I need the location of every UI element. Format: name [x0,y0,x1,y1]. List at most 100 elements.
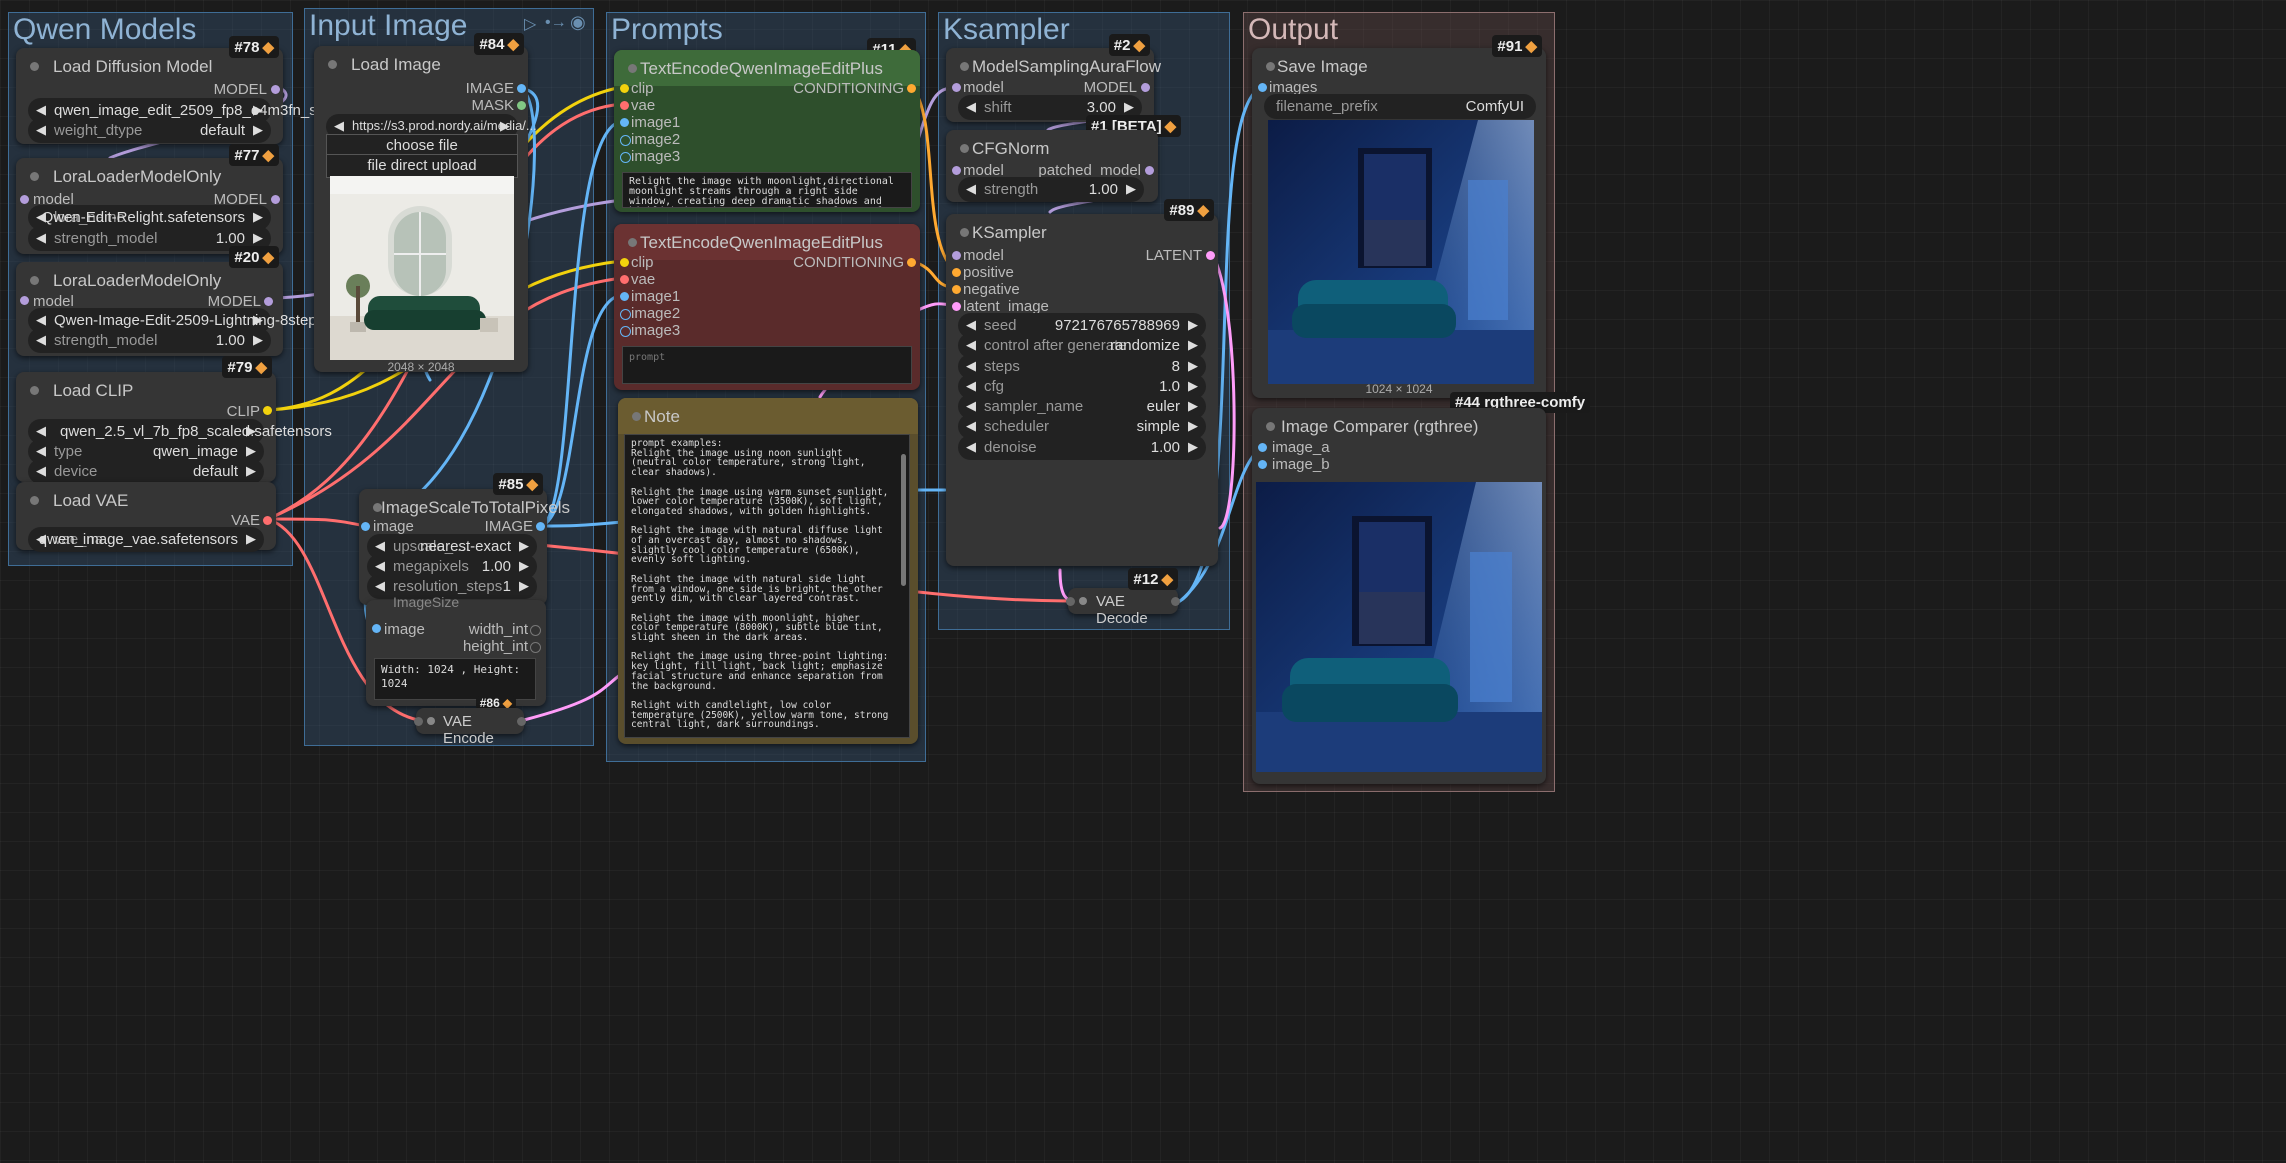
clip-output-pin[interactable] [263,406,272,415]
model-input-pin[interactable] [20,195,29,204]
image-input-pin[interactable] [372,624,381,633]
note-textarea[interactable]: prompt examples: Relight the image using… [624,434,910,738]
comparison-image-preview[interactable] [1256,482,1542,772]
node-title: KSampler [972,223,1047,242]
load-clip-node[interactable]: #79 ◆ Load CLIP CLIP ◀ qwen_2.5_vl_7b_fp8_… [16,356,332,484]
denoise-slider[interactable]: ◀ denoise 1.00 ▶ [958,435,1206,460]
strength-model-slider[interactable]: ◀ strength_model 1.00 ▶ [28,328,271,353]
collapse-dot[interactable] [1079,597,1087,605]
output-label: CONDITIONING [793,80,904,97]
model-output-pin[interactable] [271,85,280,94]
model-input-pin[interactable] [952,83,961,92]
images-input-pin[interactable] [1258,83,1267,92]
cfgnorm-node[interactable]: CFGNorm model patched_model ◀ strength 1.0… [946,130,1158,202]
collapse-dot[interactable] [1266,62,1275,71]
image-a-input-pin[interactable] [1258,443,1267,452]
file-upload-button[interactable]: file direct upload [326,154,518,178]
note-scrollbar[interactable] [901,454,906,586]
output-label: MODEL [1083,79,1137,96]
latent-output-pin[interactable] [517,717,526,726]
model-output-pin[interactable] [1141,83,1150,92]
height-output-pin[interactable] [530,642,541,653]
model-output-pin[interactable] [264,297,273,306]
load-vae-node[interactable]: Load VAE VAE ◀ vae_na ... qwen_image_vae.s… [16,482,276,552]
vae-encode-node[interactable]: VAE Encode [414,708,526,747]
load-image-node[interactable]: #84 ◆ Load Image IMAGE MASK ◀ https://s3.p… [314,33,537,374]
image-comparer-node[interactable]: Image Comparer (rgthree) image_a image_b [1252,408,1546,784]
positive-input-pin[interactable] [952,268,961,277]
image2-input-pin[interactable] [620,309,631,320]
conditioning-output-pin[interactable] [907,84,916,93]
clip-input-pin[interactable] [620,258,629,267]
image-output-pin[interactable] [1171,597,1180,606]
model-output-pin[interactable] [1145,166,1154,175]
ksampler-node[interactable]: #89 ◆ KSampler model positive negative la… [946,199,1218,566]
text-encode-negative-node[interactable]: TextEncodeQwenImageEditPlus clip vae ima… [614,224,920,390]
vae-name-combo[interactable]: ◀ vae_na ... qwen_image_vae.safetensors ▶ [28,527,264,552]
collapse-dot[interactable] [1266,422,1275,431]
model-sampling-auraflow-node[interactable]: #2 ◆ ModelSamplingAuraFlow model MODEL ◀ s… [946,34,1161,122]
node-id-badge: #78 ◆ [229,36,279,58]
samples-input-pin[interactable] [1066,597,1075,606]
image1-input-pin[interactable] [620,118,629,127]
vae-input-pin[interactable] [414,717,423,726]
input-label: positive [963,264,1014,281]
collapse-dot[interactable] [30,276,39,285]
collapse-dot[interactable] [628,64,637,73]
image-scale-node[interactable]: #85 ◆ ImageScaleToTotalPixels image IMAGE… [359,473,570,605]
collapse-dot[interactable] [30,496,39,505]
collapse-dot[interactable] [628,238,637,247]
node-title: VAE Decode [1096,593,1148,627]
strength-slider[interactable]: ◀ strength 1.00 ▶ [958,177,1144,202]
image3-input-pin[interactable] [620,326,631,337]
collapse-dot[interactable] [30,62,39,71]
collapse-dot[interactable] [960,144,969,153]
image-output-pin[interactable] [517,84,526,93]
clip-input-pin[interactable] [620,84,629,93]
model-input-pin[interactable] [952,166,961,175]
weight-dtype-combo[interactable]: ◀ weight_dtype default ▶ [28,118,271,143]
output-label: IMAGE [484,518,533,535]
conditioning-output-pin[interactable] [907,258,916,267]
vae-input-pin[interactable] [620,101,629,110]
positive-prompt-textarea[interactable]: Relight the image with moonlight,directi… [622,172,912,208]
collapse-dot[interactable] [328,60,337,69]
collapse-dot[interactable] [30,172,39,181]
vae-output-pin[interactable] [263,516,272,525]
save-image-node[interactable]: #91 ◆ Save Image images filename_prefix Co… [1252,35,1546,398]
image1-input-pin[interactable] [620,292,629,301]
clip-device-combo[interactable]: ◀ device default ▶ [28,459,264,484]
input-label: vae [631,97,656,114]
image-b-input-pin[interactable] [1258,460,1267,469]
collapse-dot[interactable] [632,412,641,421]
collapse-dot[interactable] [427,717,435,725]
text-encode-positive-node[interactable]: #11◆ TextEncodeQwenImageEditPlus clip va… [614,38,920,212]
load-diffusion-model-node[interactable]: Load Diffusion Model MODEL ◀ qwen_image_e… [16,36,341,144]
width-output-pin[interactable] [530,625,541,636]
negative-input-pin[interactable] [952,285,961,294]
image-size-node[interactable]: ImageSize image width_int height_int Wid… [366,594,546,710]
mask-output-pin[interactable] [517,101,526,110]
image2-input-pin[interactable] [620,135,631,146]
lora-loader-node[interactable]: #77 ◆ LoraLoaderModelOnly model MODEL ◀ lo… [16,144,283,254]
model-output-pin[interactable] [271,195,280,204]
collapse-dot[interactable] [30,386,39,395]
vae-input-pin[interactable] [620,275,629,284]
image3-input-pin[interactable] [620,152,631,163]
vae-decode-node[interactable]: #12 ◆ VAE Decode [1066,568,1180,627]
image-output-pin[interactable] [536,522,545,531]
model-input-pin[interactable] [20,296,29,305]
latent-output-pin[interactable] [1206,251,1215,260]
lora-loader-lightning-node[interactable]: #20 ◆ LoraLoaderModelOnly model MODEL ◀ Qw… [16,246,333,356]
filename-prefix-input[interactable]: filename_prefix ComfyUI [1264,94,1536,119]
collapse-dot[interactable] [960,228,969,237]
latent-input-pin[interactable] [952,302,961,311]
image-input-pin[interactable] [361,522,370,531]
collapse-dot[interactable] [960,62,969,71]
input-label: image [384,621,425,638]
node-title: Load Image [351,55,441,74]
note-node[interactable]: Note prompt examples: Relight the image … [618,398,918,744]
node-title: Load CLIP [53,381,134,400]
negative-prompt-textarea[interactable]: prompt [622,346,912,384]
model-input-pin[interactable] [952,251,961,260]
